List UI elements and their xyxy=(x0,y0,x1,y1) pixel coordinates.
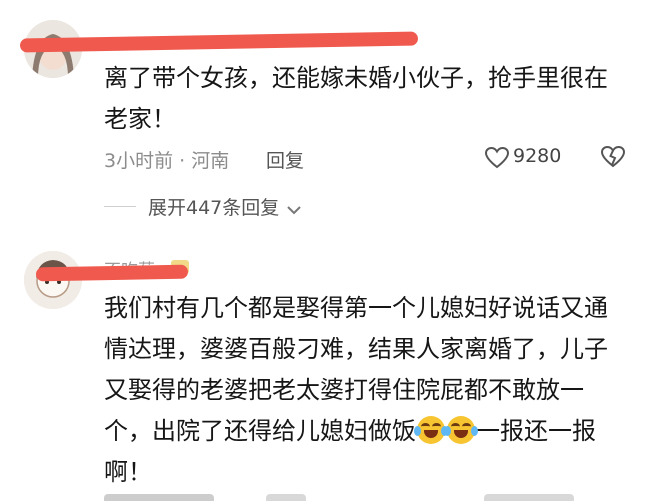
comment-text-line: 情达理，婆婆百般刁难，结果人家离婚了，儿子 xyxy=(104,335,608,363)
comment-text-line: 又娶得的老婆把老太婆打得住院屁都不敢放一 xyxy=(104,376,584,404)
like-button[interactable]: 9280 xyxy=(484,143,584,171)
comment-text-line: 离了带个女孩，还能嫁未婚小伙子，抢手里很在 xyxy=(104,64,608,92)
redaction-bar xyxy=(35,264,189,282)
cut-off-meta-row xyxy=(104,494,624,501)
comment-text-segment: 个，出院了还得给儿媳妇做饭 xyxy=(104,417,416,445)
chevron-down-icon xyxy=(287,205,302,214)
expand-replies-label: 展开447条回复 xyxy=(148,197,280,219)
like-count: 9280 xyxy=(513,145,562,167)
dislike-icon[interactable] xyxy=(600,145,626,169)
redaction-bar xyxy=(19,31,419,53)
expand-replies-divider xyxy=(104,206,136,207)
expand-replies-button[interactable]: 展开447条回复 xyxy=(148,193,302,220)
comment-time-location: 3小时前 · 河南 xyxy=(104,150,230,172)
laughing-crying-emoji-icon xyxy=(414,416,448,444)
comment-text-segment: 一报还一报 xyxy=(476,417,596,445)
comment-text-line: 啊！ xyxy=(104,458,152,486)
comment-text-line: 我们村有几个都是娶得第一个儿媳妇好说话又通 xyxy=(104,294,608,322)
comment-text-line: 个，出院了还得给儿媳妇做饭 一报还一报 xyxy=(104,411,596,452)
laughing-crying-emoji-icon xyxy=(444,416,478,444)
heart-icon xyxy=(484,146,510,169)
comment-text-line: 老家！ xyxy=(104,105,176,133)
reply-button[interactable]: 回复 xyxy=(266,146,304,173)
